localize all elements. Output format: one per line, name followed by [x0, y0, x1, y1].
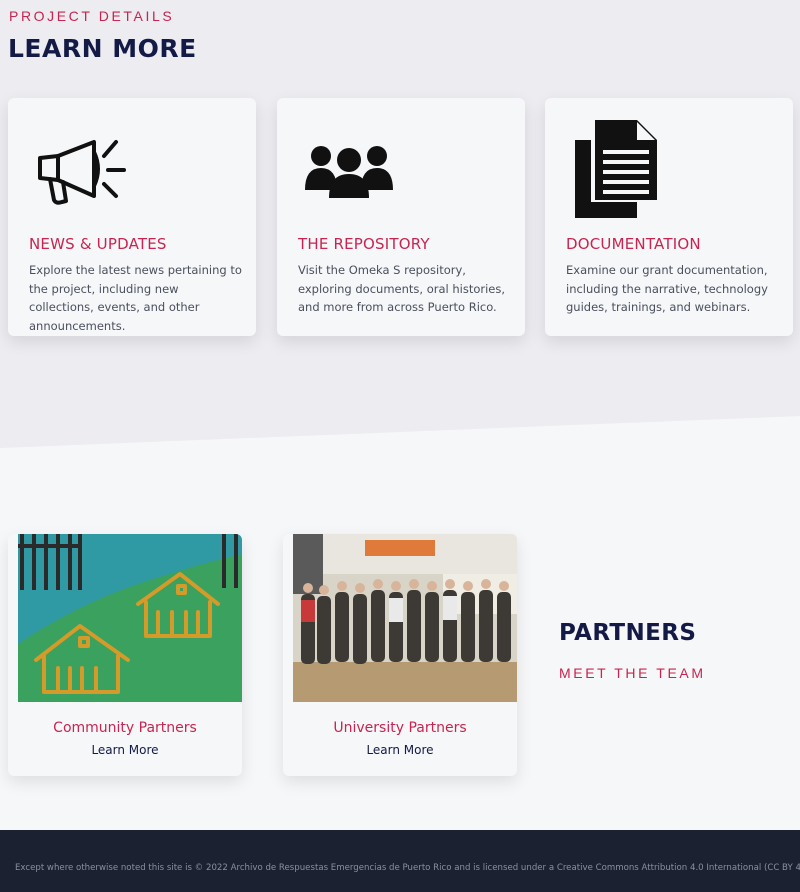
partner-title[interactable]: University Partners [283, 720, 517, 736]
section-eyebrow: PROJECT DETAILS [9, 8, 175, 24]
card-title[interactable]: THE REPOSITORY [298, 235, 430, 253]
footer-license-text: Except where otherwise noted this site i… [15, 863, 800, 873]
university-team-photo [293, 534, 517, 702]
partners-subheading: MEET THE TEAM [559, 665, 706, 681]
card-description: Examine our grant documentation, includi… [566, 263, 768, 314]
card-repository[interactable]: THE REPOSITORY Visit the Omeka S reposit… [277, 98, 525, 336]
megaphone-icon [38, 140, 126, 205]
section-title: LEARN MORE [8, 34, 197, 63]
card-title[interactable]: NEWS & UPDATES [29, 235, 167, 253]
card-title[interactable]: DOCUMENTATION [566, 235, 701, 253]
university-partners-card[interactable]: University Partners Learn More [283, 534, 517, 776]
card-news-updates[interactable]: NEWS & UPDATES Explore the latest news p… [8, 98, 256, 336]
community-mural-image [18, 534, 242, 702]
community-partners-card[interactable]: Community Partners Learn More [8, 534, 242, 776]
site-footer: Except where otherwise noted this site i… [0, 830, 800, 892]
people-group-icon [305, 146, 393, 198]
partner-title[interactable]: Community Partners [8, 720, 242, 736]
documents-icon [575, 120, 657, 218]
section-divider [0, 416, 800, 490]
partners-heading: PARTNERS [559, 620, 697, 646]
learn-more-link[interactable]: Learn More [283, 743, 517, 757]
card-description: Visit the Omeka S repository, exploring … [298, 263, 506, 314]
card-description: Explore the latest news pertaining to th… [29, 263, 242, 333]
learn-more-link[interactable]: Learn More [8, 743, 242, 757]
card-documentation[interactable]: DOCUMENTATION Examine our grant document… [545, 98, 793, 336]
